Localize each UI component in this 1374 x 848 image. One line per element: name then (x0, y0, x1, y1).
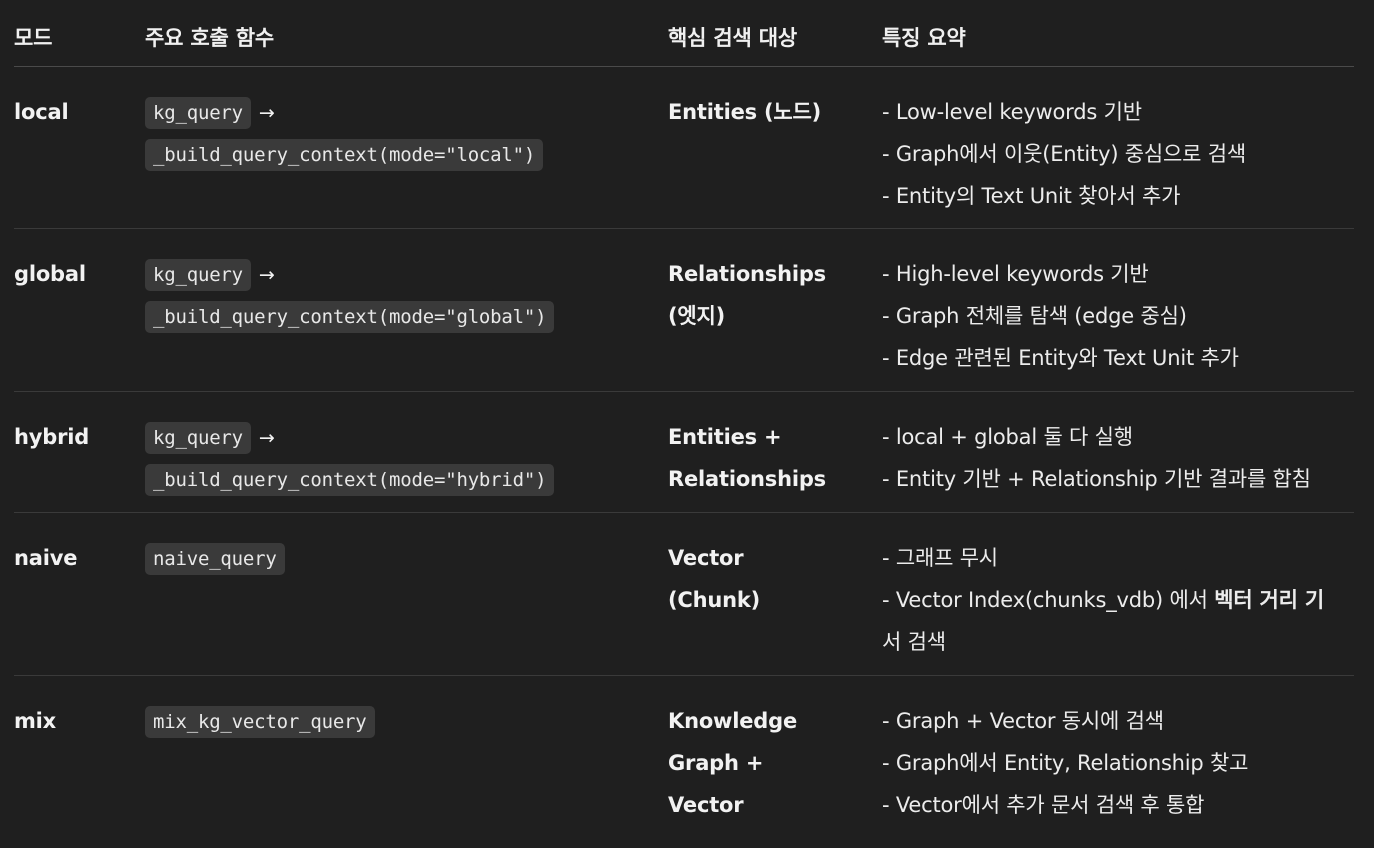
query-mode-table: 모드 주요 호출 함수 핵심 검색 대상 특징 요약 local kg_quer… (14, 0, 1354, 848)
table-header: 모드 주요 호출 함수 핵심 검색 대상 특징 요약 (14, 0, 1354, 67)
desc-line: - Graph + Vector 동시에 검색 (882, 709, 1164, 733)
desc-line: - High-level keywords 기반 (882, 262, 1149, 286)
desc-cell: - Graph + Vector 동시에 검색 - Graph에서 Entity… (882, 700, 1368, 826)
mode-cell: hybrid (14, 416, 89, 458)
desc-line: - Entity의 Text Unit 찾아서 추가 (882, 184, 1181, 208)
code-kg-query: kg_query (145, 422, 251, 454)
header-mode: 모드 (14, 26, 53, 50)
desc-text: - Vector Index(chunks_vdb) 에서 (882, 588, 1215, 612)
desc-line: - Graph 전체를 탐색 (edge 중심) (882, 304, 1187, 328)
target-cell: Vector (Chunk) (668, 537, 858, 621)
desc-cell: - High-level keywords 기반 - Graph 전체를 탐색 … (882, 253, 1368, 379)
code-kg-query: kg_query (145, 97, 251, 129)
target-line: Vector (668, 793, 744, 817)
desc-bold-text: 벡터 거리 기 (1214, 588, 1325, 612)
table-row-mix: mix mix_kg_vector_query Knowledge Graph … (14, 676, 1354, 848)
mode-cell: local (14, 91, 69, 133)
desc-line: - Vector에서 추가 문서 검색 후 통합 (882, 793, 1205, 817)
desc-line: - local + global 둘 다 실행 (882, 425, 1133, 449)
desc-line: - Vector Index(chunks_vdb) 에서 벡터 거리 기 (882, 579, 1368, 621)
mode-cell: global (14, 253, 86, 295)
target-line: Relationships (668, 467, 826, 491)
mode-name: hybrid (14, 425, 90, 449)
code-mix-kg-vector-query: mix_kg_vector_query (145, 706, 375, 738)
header-summary: 특징 요약 (882, 26, 966, 50)
arrow: → (258, 264, 275, 286)
arrow: → (258, 427, 275, 449)
func-cell: kg_query → _build_query_context(mode="loc… (145, 91, 544, 175)
code-kg-query: kg_query (145, 259, 251, 291)
desc-line: - Graph에서 Entity, Relationship 찾고 (882, 751, 1249, 775)
table-row-naive: naive naive_query Vector (Chunk) - 그래프 무… (14, 513, 1354, 676)
func-cell: mix_kg_vector_query (145, 700, 375, 742)
code-naive-query: naive_query (145, 543, 285, 575)
func-cell: kg_query → _build_query_context(mode="hyb… (145, 416, 555, 500)
desc-line: - Graph에서 이웃(Entity) 중심으로 검색 (882, 142, 1246, 166)
desc-line: - Low-level keywords 기반 (882, 100, 1142, 124)
arrow: → (258, 102, 275, 124)
desc-cell: - local + global 둘 다 실행 - Entity 기반 + Re… (882, 416, 1368, 500)
desc-line: - 그래프 무시 (882, 546, 998, 570)
code-build-query-context: _build_query_context(mode="hybrid") (145, 464, 555, 496)
target-line: (Chunk) (668, 588, 761, 612)
desc-cell: - 그래프 무시 - Vector Index(chunks_vdb) 에서 벡… (882, 537, 1368, 663)
desc-cell: - Low-level keywords 기반 - Graph에서 이웃(Ent… (882, 91, 1368, 217)
func-cell: kg_query → _build_query_context(mode="glo… (145, 253, 555, 337)
target-cell: Relationships (엣지) (668, 253, 858, 337)
header-target: 핵심 검색 대상 (668, 26, 797, 50)
target-line: (엣지) (668, 304, 726, 328)
target-cell: Entities (노드) (668, 91, 858, 133)
target-cell: Entities + Relationships (668, 416, 858, 500)
mode-cell: mix (14, 700, 56, 742)
mode-name: global (14, 262, 86, 286)
target-line: Relationships (668, 262, 826, 286)
mode-name: local (14, 100, 69, 124)
table-row-hybrid: hybrid kg_query → _build_query_context(mo… (14, 392, 1354, 513)
mode-cell: naive (14, 537, 77, 579)
code-build-query-context: _build_query_context(mode="global") (145, 301, 555, 333)
mode-name: mix (14, 709, 57, 733)
desc-line: - Edge 관련된 Entity와 Text Unit 추가 (882, 346, 1239, 370)
desc-line: 서 검색 (882, 630, 946, 654)
func-cell: naive_query (145, 537, 285, 579)
target-line: Knowledge (668, 709, 797, 733)
header-func: 주요 호출 함수 (145, 26, 274, 50)
code-build-query-context: _build_query_context(mode="local") (145, 139, 544, 171)
target-line: Graph + (668, 751, 764, 775)
table-row-local: local kg_query → _build_query_context(mod… (14, 67, 1354, 229)
mode-name: naive (14, 546, 78, 570)
desc-line: - Entity 기반 + Relationship 기반 결과를 합침 (882, 467, 1311, 491)
table-row-global: global kg_query → _build_query_context(mo… (14, 229, 1354, 392)
target-line: Entities (노드) (668, 100, 822, 124)
target-line: Vector (668, 546, 744, 570)
target-cell: Knowledge Graph + Vector (668, 700, 858, 826)
target-line: Entities + (668, 425, 782, 449)
